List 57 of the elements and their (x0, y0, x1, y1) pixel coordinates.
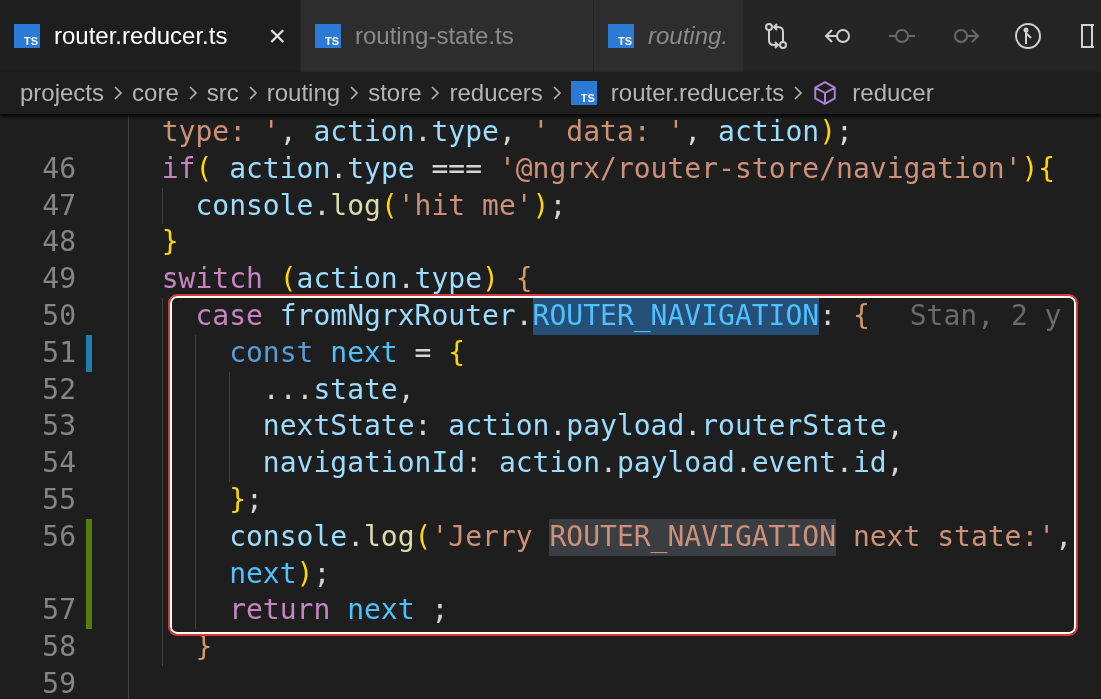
code-line: return next ; (228, 593, 449, 627)
code-line: }; (228, 482, 263, 516)
line-number: 48 (42, 224, 76, 261)
code-line: next); (228, 556, 331, 590)
line-number: 51 (42, 334, 76, 371)
close-icon[interactable]: × (268, 21, 286, 51)
code-line: case fromNgrxRouter.ROUTER_NAVIGATION: { (194, 299, 870, 332)
code-line: console.log('hit me'); (194, 188, 567, 222)
tab-label: routing-state.ts (355, 22, 514, 50)
code-line: nextState: action.payload.routerState, (261, 409, 904, 443)
typescript-file-icon: TS (608, 24, 634, 48)
code-line: type: ', action.type, ' data: ', action); (160, 115, 853, 148)
typescript-file-icon: TS (570, 81, 597, 105)
chevron-icon (187, 85, 198, 101)
tab-label: routing. (648, 22, 729, 50)
blame-annotation: Stan, 2 y (908, 299, 1062, 332)
chevron-icon (430, 85, 441, 101)
chevron-icon (793, 85, 804, 101)
breadcrumb-item[interactable]: router.reducer.ts (610, 79, 785, 107)
line-number: 59 (42, 665, 76, 699)
chevron-icon (349, 85, 360, 101)
line-number: 57 (42, 592, 76, 629)
breadcrumb-item[interactable]: core (132, 79, 179, 107)
code-line: navigationId: action.payload.event.id, (261, 446, 904, 480)
breadcrumb-item[interactable]: routing (266, 79, 341, 107)
breadcrumb-item[interactable]: projects (20, 79, 105, 107)
line-number: 53 (42, 408, 76, 445)
code-line: ...state, (261, 372, 415, 406)
line-number: 58 (42, 629, 76, 666)
typescript-file-icon: TS (14, 24, 40, 48)
code-line: switch (action.type) { (160, 262, 533, 296)
breadcrumb-item[interactable]: store (368, 79, 422, 107)
line-number: 54 (42, 445, 76, 482)
editor-tab[interactable]: TS routing-state.ts (301, 0, 594, 72)
code-line: console.log('Jerry ROUTER_NAVIGATION next state:', (228, 519, 1073, 553)
line-number: 56 (42, 518, 76, 555)
breadcrumb-item[interactable]: reducer (852, 79, 934, 107)
editor-tab[interactable]: TS router.reducer.ts × (0, 0, 301, 72)
editor-tab[interactable]: TS routing. (594, 0, 744, 72)
tab-label: router.reducer.ts (54, 22, 228, 50)
cube-icon (812, 80, 839, 106)
code-line: if( action.type === '@ngrx/router-store/navigation'){ (160, 151, 1056, 185)
line-number: 50 (42, 298, 76, 334)
line-number: 47 (42, 187, 76, 224)
branch-circle-icon[interactable] (1013, 21, 1043, 51)
chevron-icon (113, 85, 124, 101)
code-line: } (160, 225, 179, 259)
line-number: 52 (42, 371, 76, 408)
code-line: const next = { (228, 335, 466, 369)
typescript-file-icon: TS (315, 24, 341, 48)
line-number: 55 (42, 481, 76, 518)
chevron-icon (551, 85, 562, 101)
line-number: 46 (42, 150, 76, 187)
breadcrumb-item[interactable]: src (206, 79, 239, 107)
breadcrumb-item[interactable]: reducers (449, 79, 543, 107)
line-number: 49 (42, 261, 76, 298)
chevron-icon (247, 85, 258, 101)
